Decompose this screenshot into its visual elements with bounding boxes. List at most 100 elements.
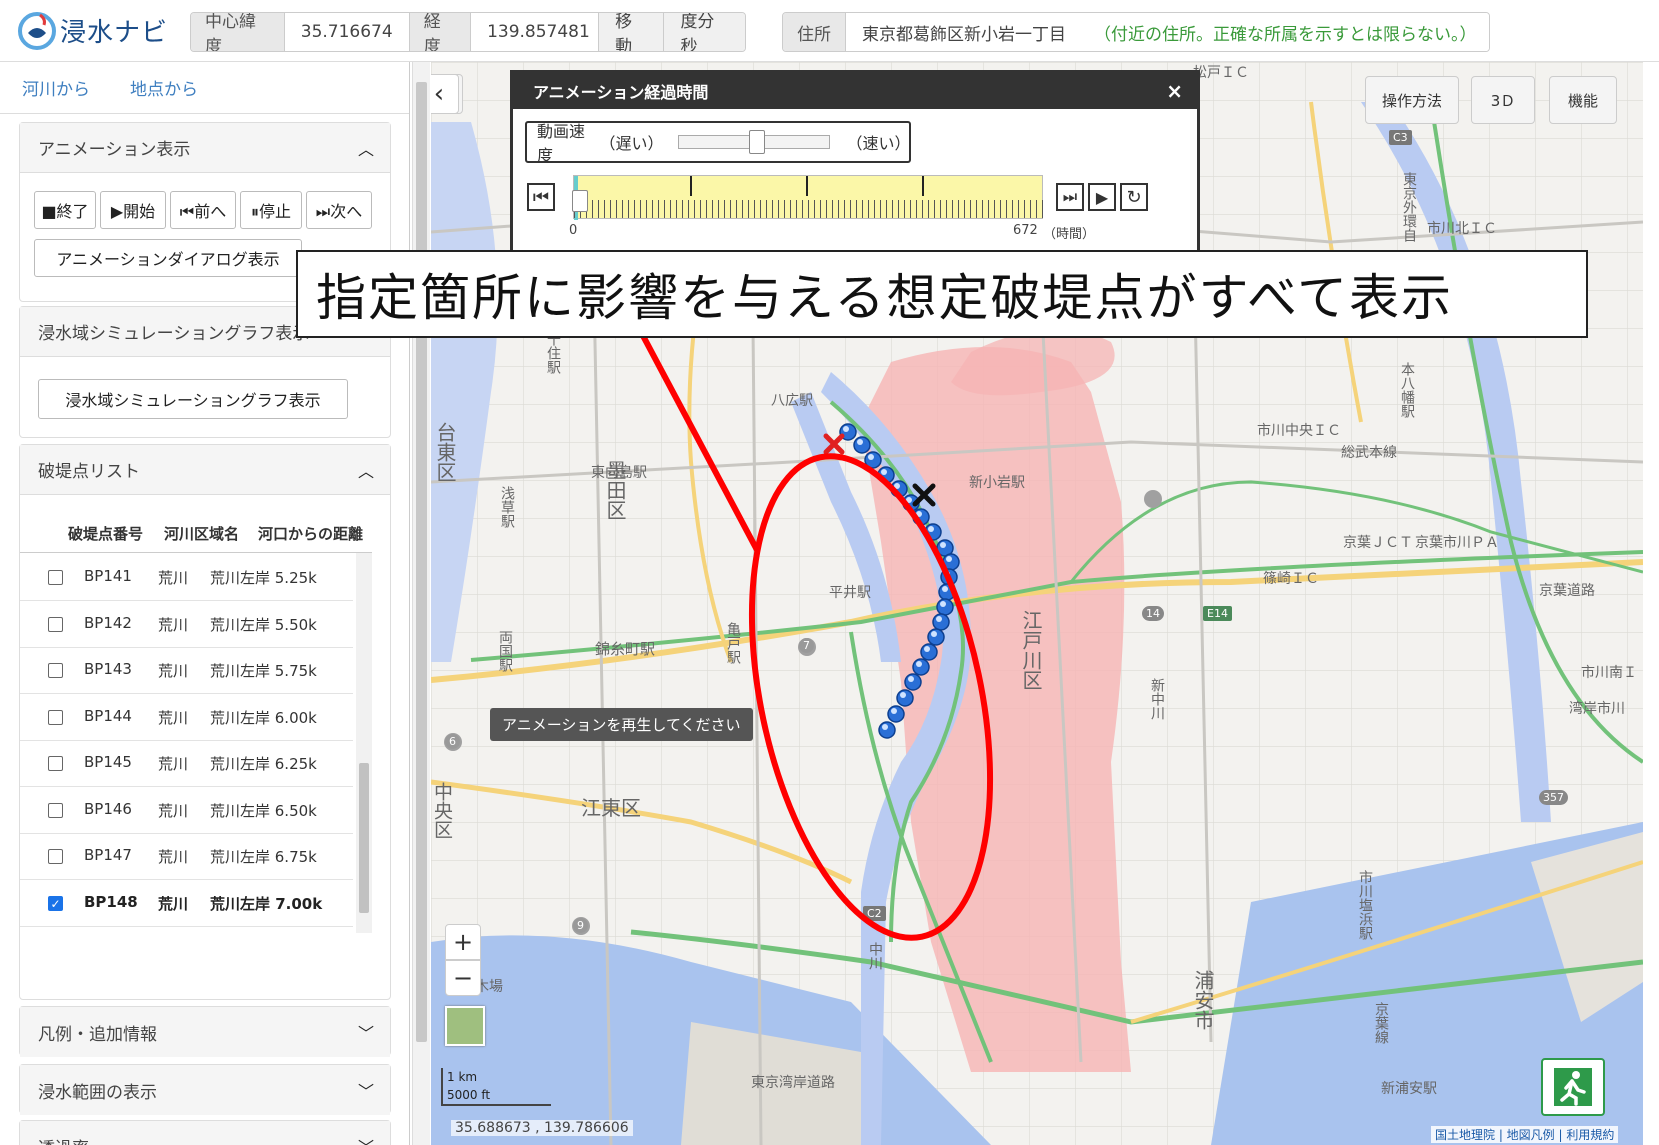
skip-end-button[interactable]: ⏭ (1056, 183, 1084, 211)
table-row[interactable]: BP146 荒川 荒川左岸 6.50k (20, 786, 353, 834)
next-frame-button[interactable]: ⏭次へ (306, 191, 372, 229)
address-label: 住所 (783, 13, 846, 51)
table-row[interactable]: BP143 荒川 荒川左岸 5.75k (20, 646, 353, 694)
table-row[interactable]: BP144 荒川 荒川左岸 6.00k (20, 693, 353, 741)
flood-range-section-title: 浸水範囲の表示 (38, 1082, 157, 1103)
animation-dialog-button[interactable]: アニメーションダイアログ表示 (34, 239, 302, 277)
tab-from-point[interactable]: 地点から (130, 75, 198, 100)
breach-checkbox[interactable] (48, 802, 63, 818)
breach-id: BP147 (84, 846, 132, 864)
time-slider-thumb[interactable] (572, 190, 588, 212)
breach-distance: 荒川左岸 5.75k (210, 662, 317, 680)
start-animation-button[interactable]: ▶開始 (100, 191, 166, 229)
breach-point-marker[interactable] (927, 628, 945, 646)
breach-checkbox[interactable] (48, 616, 63, 632)
stop-animation-button[interactable]: ■終了 (34, 191, 96, 229)
breach-point-highlight (924, 646, 930, 652)
zoom-out-button[interactable]: − (445, 960, 481, 996)
breach-point-marker[interactable] (932, 613, 950, 631)
breach-point-marker[interactable] (896, 689, 914, 707)
move-button[interactable]: 移動 (599, 13, 665, 51)
breach-list-scrollbar[interactable] (356, 553, 372, 933)
breach-point-marker[interactable] (912, 658, 930, 676)
table-row[interactable]: BP141 荒川 荒川左岸 5.25k (20, 553, 353, 601)
breach-id: BP144 (84, 706, 132, 725)
breach-point-marker[interactable] (853, 436, 871, 454)
app-logo[interactable]: 浸水ナビ (16, 10, 168, 50)
target-point-marker (912, 483, 936, 507)
tab-from-river[interactable]: 河川から (22, 75, 90, 100)
breach-distance: 荒川左岸 6.00k (210, 708, 317, 727)
left-panel-scrollbar[interactable] (412, 62, 430, 1145)
rewind-button[interactable]: ⏮ (527, 183, 555, 211)
breach-point-marker[interactable] (887, 705, 905, 723)
breach-river: 荒川 (158, 801, 189, 820)
breach-point-marker[interactable] (936, 598, 954, 616)
dialog-header[interactable]: アニメーション経過時間 × (513, 73, 1197, 109)
breach-point-highlight (940, 601, 946, 607)
breach-point-highlight (936, 616, 942, 622)
cursor-coordinates: 35.688673 , 139.786606 (451, 1120, 633, 1136)
howto-button[interactable]: 操作方法 (1365, 76, 1459, 124)
address-bar: 住所 東京都葛飾区新小岩一丁目 （付近の住所。正確な所属を示すとは限らない。） (782, 12, 1490, 52)
table-row[interactable]: BP145 荒川 荒川左岸 6.25k (20, 739, 353, 787)
breach-checkbox[interactable] (48, 663, 63, 678)
breach-checkbox[interactable] (48, 756, 63, 771)
loop-button[interactable]: ↻ (1120, 183, 1148, 211)
back-button[interactable]: ‹ (431, 74, 459, 114)
breach-point-marker[interactable] (878, 721, 896, 739)
dms-button[interactable]: 度分秒 (664, 13, 745, 51)
table-row[interactable]: BP147 荒川 荒川左岸 6.75k (20, 832, 353, 880)
breach-list-header[interactable]: 破堤点リスト ︿ (20, 445, 390, 495)
breach-checkbox[interactable] (48, 570, 63, 585)
breach-distance: 荒川左岸 5.50k (210, 615, 317, 634)
scale-bar: 1 km 5000 ft (441, 1068, 551, 1106)
lon-input[interactable]: 139.857481 (471, 13, 600, 51)
time-track[interactable] (572, 175, 1044, 220)
skip-back-icon: ⏮ (532, 186, 550, 208)
breach-id: BP148 (84, 892, 138, 911)
opacity-section-title: 透過率 (38, 1134, 89, 1145)
scroll-thumb[interactable] (416, 82, 427, 1042)
breach-point-marker[interactable] (920, 643, 938, 661)
breach-list-columns: 破堤点番号 河川区域名 河口からの距離 (20, 495, 372, 553)
center-lat-input[interactable]: 35.716674 (284, 13, 410, 51)
chevron-down-icon: ﹀ (357, 1082, 374, 1101)
center-lat-label: 中心緯度 (191, 13, 285, 51)
slow-label: （遅い） (599, 134, 664, 153)
chevron-down-icon: ﹀ (357, 1024, 374, 1043)
legend-section-header[interactable]: 凡例・追加情報 ﹀ (20, 1007, 390, 1057)
pause-animation-button[interactable]: ⏸停止 (240, 191, 302, 229)
breach-id: BP145 (84, 753, 132, 771)
zoom-in-button[interactable]: + (445, 924, 481, 960)
3d-button[interactable]: 3Ｄ (1471, 76, 1535, 124)
breach-checkbox[interactable] (48, 849, 63, 864)
functions-button[interactable]: 機能 (1549, 76, 1617, 124)
opacity-section-header[interactable]: 透過率 ﹀ (20, 1121, 390, 1145)
graph-display-button[interactable]: 浸水域シミュレーショングラフ表示 (38, 379, 348, 419)
layer-thumbnail-button[interactable] (445, 1006, 485, 1046)
prev-frame-button[interactable]: ⏮前へ (170, 191, 236, 229)
table-row[interactable]: ✓ BP148 荒川 荒川左岸 7.00k (20, 879, 353, 927)
breach-point-marker[interactable] (904, 673, 922, 691)
play-button[interactable]: ▶ (1088, 183, 1116, 211)
flood-range-section-header[interactable]: 浸水範囲の表示 ﹀ (20, 1065, 390, 1115)
breach-point-highlight (900, 692, 906, 698)
lon-label: 経度 (409, 13, 472, 51)
scroll-thumb[interactable] (359, 763, 369, 913)
animation-section-header[interactable]: アニメーション表示 ︿ (20, 123, 390, 173)
table-row[interactable]: BP142 荒川 荒川左岸 5.50k (20, 600, 353, 648)
evacuation-button[interactable] (1541, 1058, 1605, 1116)
breach-id: BP141 (84, 567, 132, 585)
breach-checkbox[interactable] (48, 709, 63, 725)
speed-slider[interactable] (678, 130, 831, 154)
breach-list-title: 破堤点リスト (38, 462, 140, 482)
close-icon[interactable]: × (1166, 79, 1183, 103)
speed-label: 動画速度 (537, 122, 586, 165)
map-attribution[interactable]: 国土地理院 | 地図凡例 | 利用規約 (1431, 1126, 1619, 1143)
speed-slider-thumb[interactable] (749, 130, 766, 154)
dialog-title: アニメーション経過時間 (533, 83, 709, 102)
breach-list-body: BP141 荒川 荒川左岸 5.25k BP142 荒川 荒川左岸 5.50k BP143 荒… (20, 553, 372, 933)
breach-checkbox[interactable]: ✓ (48, 895, 63, 911)
breach-point-highlight (940, 542, 946, 548)
